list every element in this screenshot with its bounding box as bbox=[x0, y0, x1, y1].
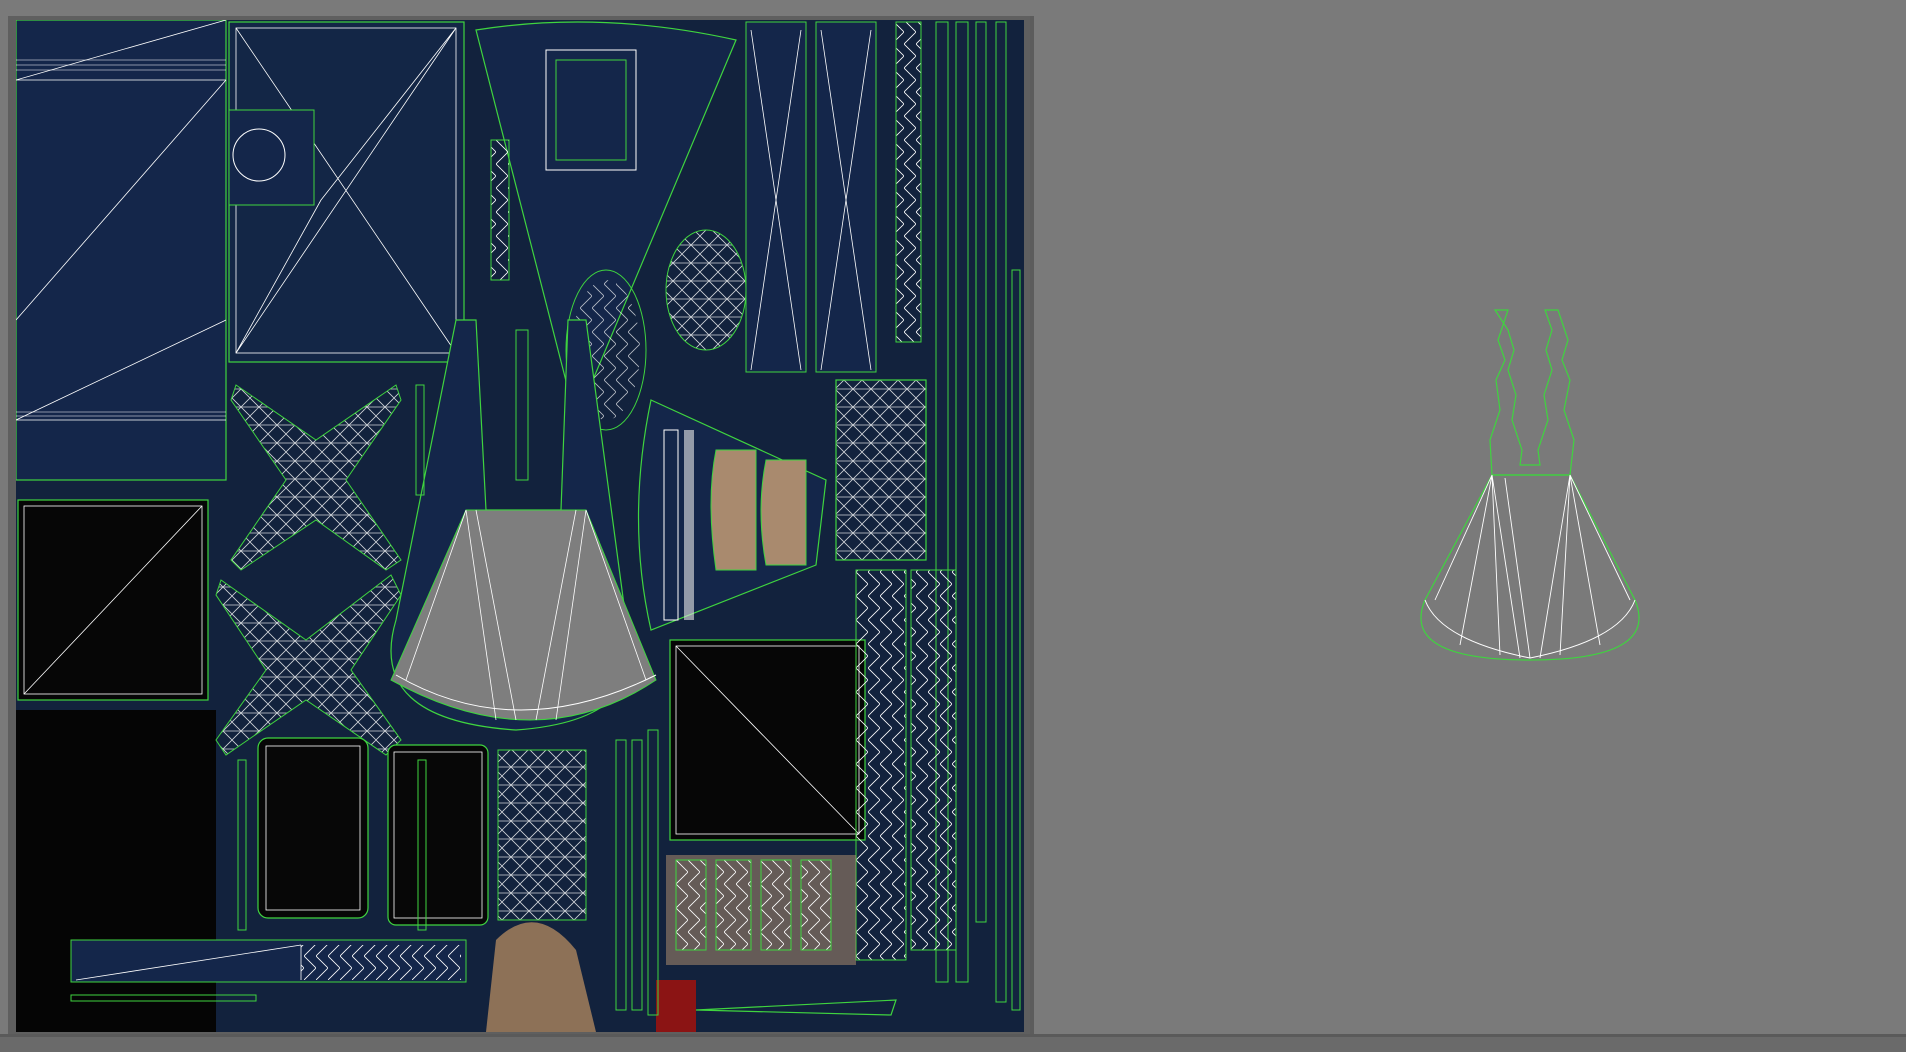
dark-texture-patch bbox=[16, 710, 216, 1032]
uv-shell-dark-tall-2[interactable] bbox=[387, 744, 489, 926]
uv-shell-dark-tall-1[interactable] bbox=[257, 737, 369, 919]
uv-shell-dark-square-right[interactable] bbox=[669, 639, 866, 841]
red-texture-patch bbox=[656, 980, 696, 1032]
uv-wireframe-icon bbox=[1420, 309, 1640, 661]
uv-shell-top-panel[interactable] bbox=[228, 21, 465, 363]
uv-shell-mid-mesh[interactable] bbox=[497, 749, 587, 921]
uv-shell-dark-square-left[interactable] bbox=[17, 499, 209, 701]
uv-shell-top-left[interactable] bbox=[16, 20, 227, 481]
uv-shell-bottom-curls[interactable] bbox=[666, 855, 856, 965]
uv-layout-svg bbox=[16, 20, 1024, 1032]
uv-texture-canvas[interactable] bbox=[16, 20, 1024, 1032]
status-strip bbox=[0, 1034, 1906, 1052]
uv-shell-preview[interactable] bbox=[1380, 300, 1700, 750]
